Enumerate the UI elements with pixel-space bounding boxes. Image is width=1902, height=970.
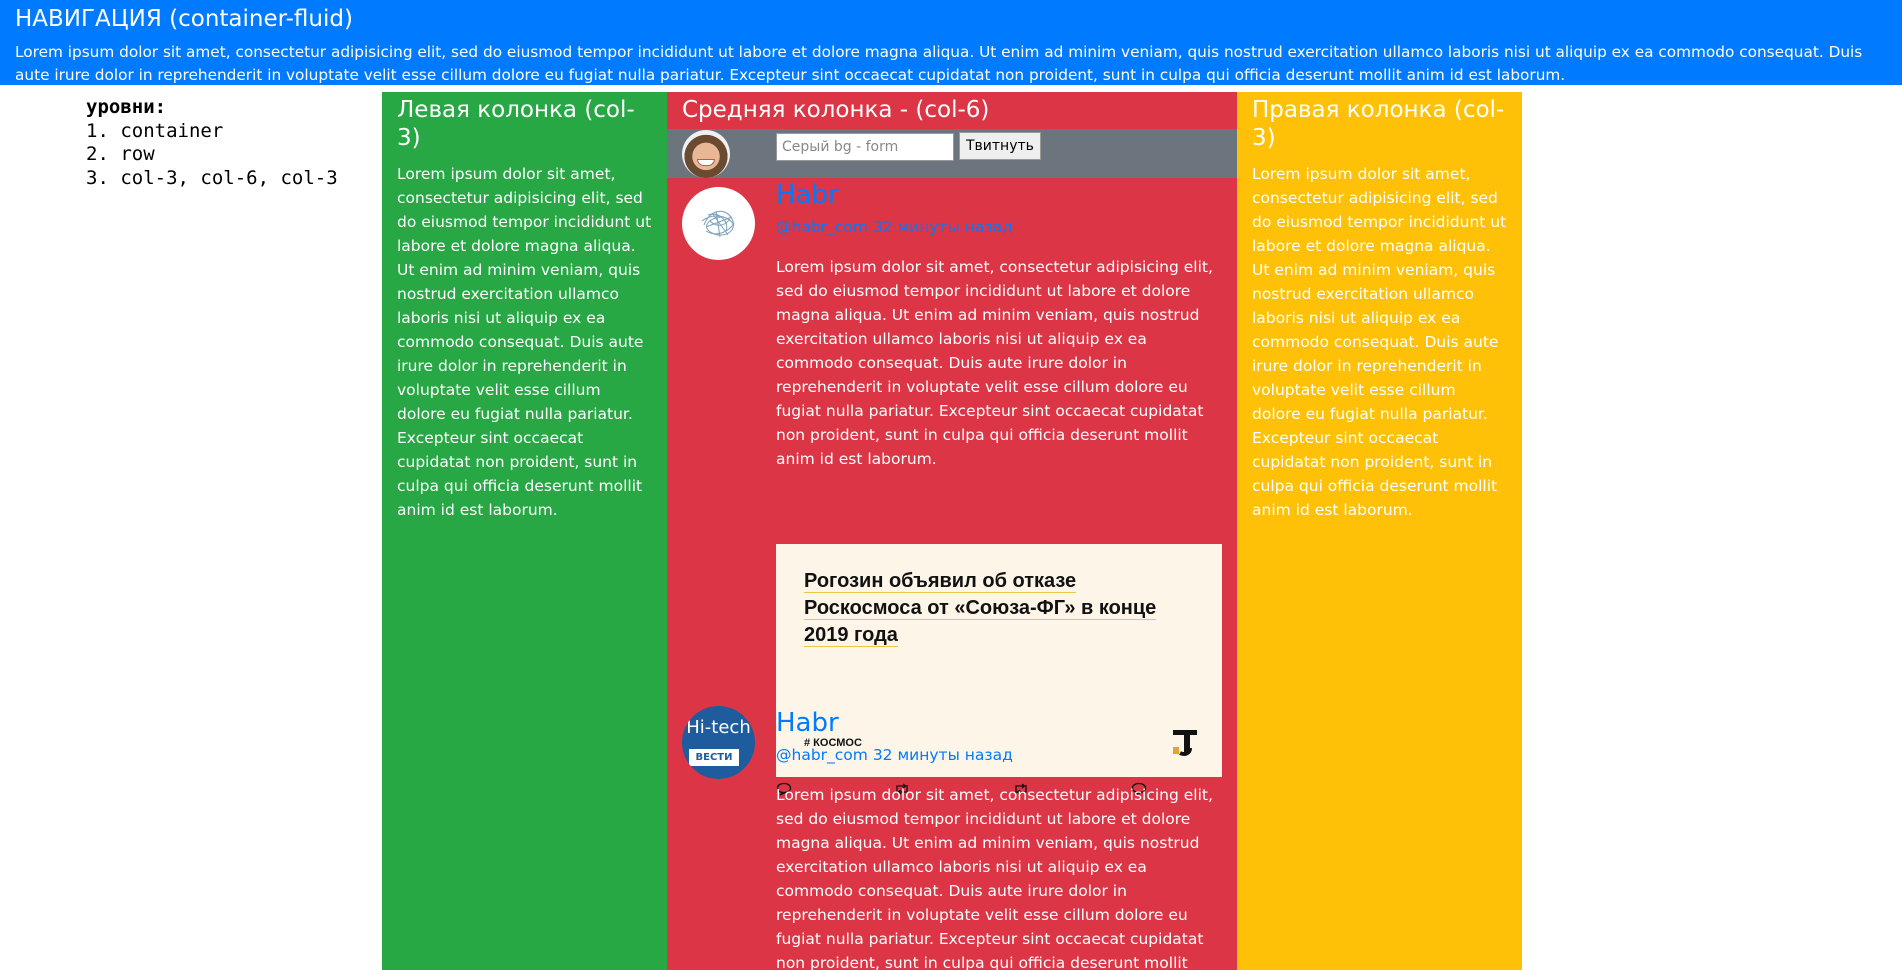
tweet-meta[interactable]: @habr_com 32 минуты назад — [776, 744, 1223, 766]
tweet-author-name[interactable]: Habr — [776, 706, 1223, 740]
tweet-button[interactable]: Твитнуть — [959, 132, 1041, 160]
levels-heading: уровни: — [86, 96, 167, 118]
tweet-text: Lorem ipsum dolor sit amet, consectetur … — [776, 786, 1213, 970]
habr-avatar[interactable] — [682, 187, 755, 260]
tweet-text: Lorem ipsum dolor sit amet, consectetur … — [776, 258, 1213, 468]
levels-item: 3. col-3, col-6, col-3 — [86, 166, 338, 189]
levels-item: 2. row — [86, 143, 155, 165]
tweet: Habr @habr_com 32 минуты назад Lorem ips… — [667, 178, 1237, 796]
user-avatar — [682, 130, 730, 178]
news-card-title: Рогозин объявил об отказе Роскосмоса от … — [804, 570, 1157, 647]
levels-list: уровни: 1. container 2. row 3. col-3, col-6… — [86, 96, 338, 190]
left-column: Левая колонка (col-3) Lorem ipsum dolor … — [382, 92, 667, 970]
middle-column-title: Средняя колонка - (col-6) — [682, 97, 990, 123]
right-column: Правая колонка (col-3) Lorem ipsum dolor… — [1237, 92, 1522, 970]
tweet: Hi-tech ВЕСТИ Habr @habr_com 32 минуты н… — [667, 706, 1237, 970]
levels-item: 1. container — [86, 119, 224, 142]
nav-title: НАВИГАЦИЯ (container-fluid) — [15, 6, 353, 32]
navigation-bar: НАВИГАЦИЯ (container-fluid) Lorem ipsum … — [0, 0, 1902, 85]
right-column-title: Правая колонка (col-3) — [1252, 97, 1505, 151]
nav-text: Lorem ipsum dolor sit amet, consectetur … — [15, 43, 1863, 84]
left-column-title: Левая колонка (col-3) — [397, 97, 635, 151]
tweet-meta[interactable]: @habr_com 32 минуты назад — [776, 216, 1223, 238]
hitech-avatar-badge: ВЕСТИ — [689, 749, 739, 766]
tweet-author-name[interactable]: Habr — [776, 178, 1223, 212]
middle-column: Средняя колонка - (col-6) Твитнуть Habr … — [667, 92, 1237, 970]
hitech-avatar-text: Hi-tech — [686, 717, 751, 738]
hitech-avatar[interactable]: Hi-tech ВЕСТИ — [682, 706, 755, 779]
tweet-input[interactable] — [776, 133, 954, 161]
tweet-form: Твитнуть — [667, 129, 1237, 178]
right-column-text: Lorem ipsum dolor sit amet, consectetur … — [1252, 165, 1507, 519]
left-column-text: Lorem ipsum dolor sit amet, consectetur … — [397, 165, 652, 519]
